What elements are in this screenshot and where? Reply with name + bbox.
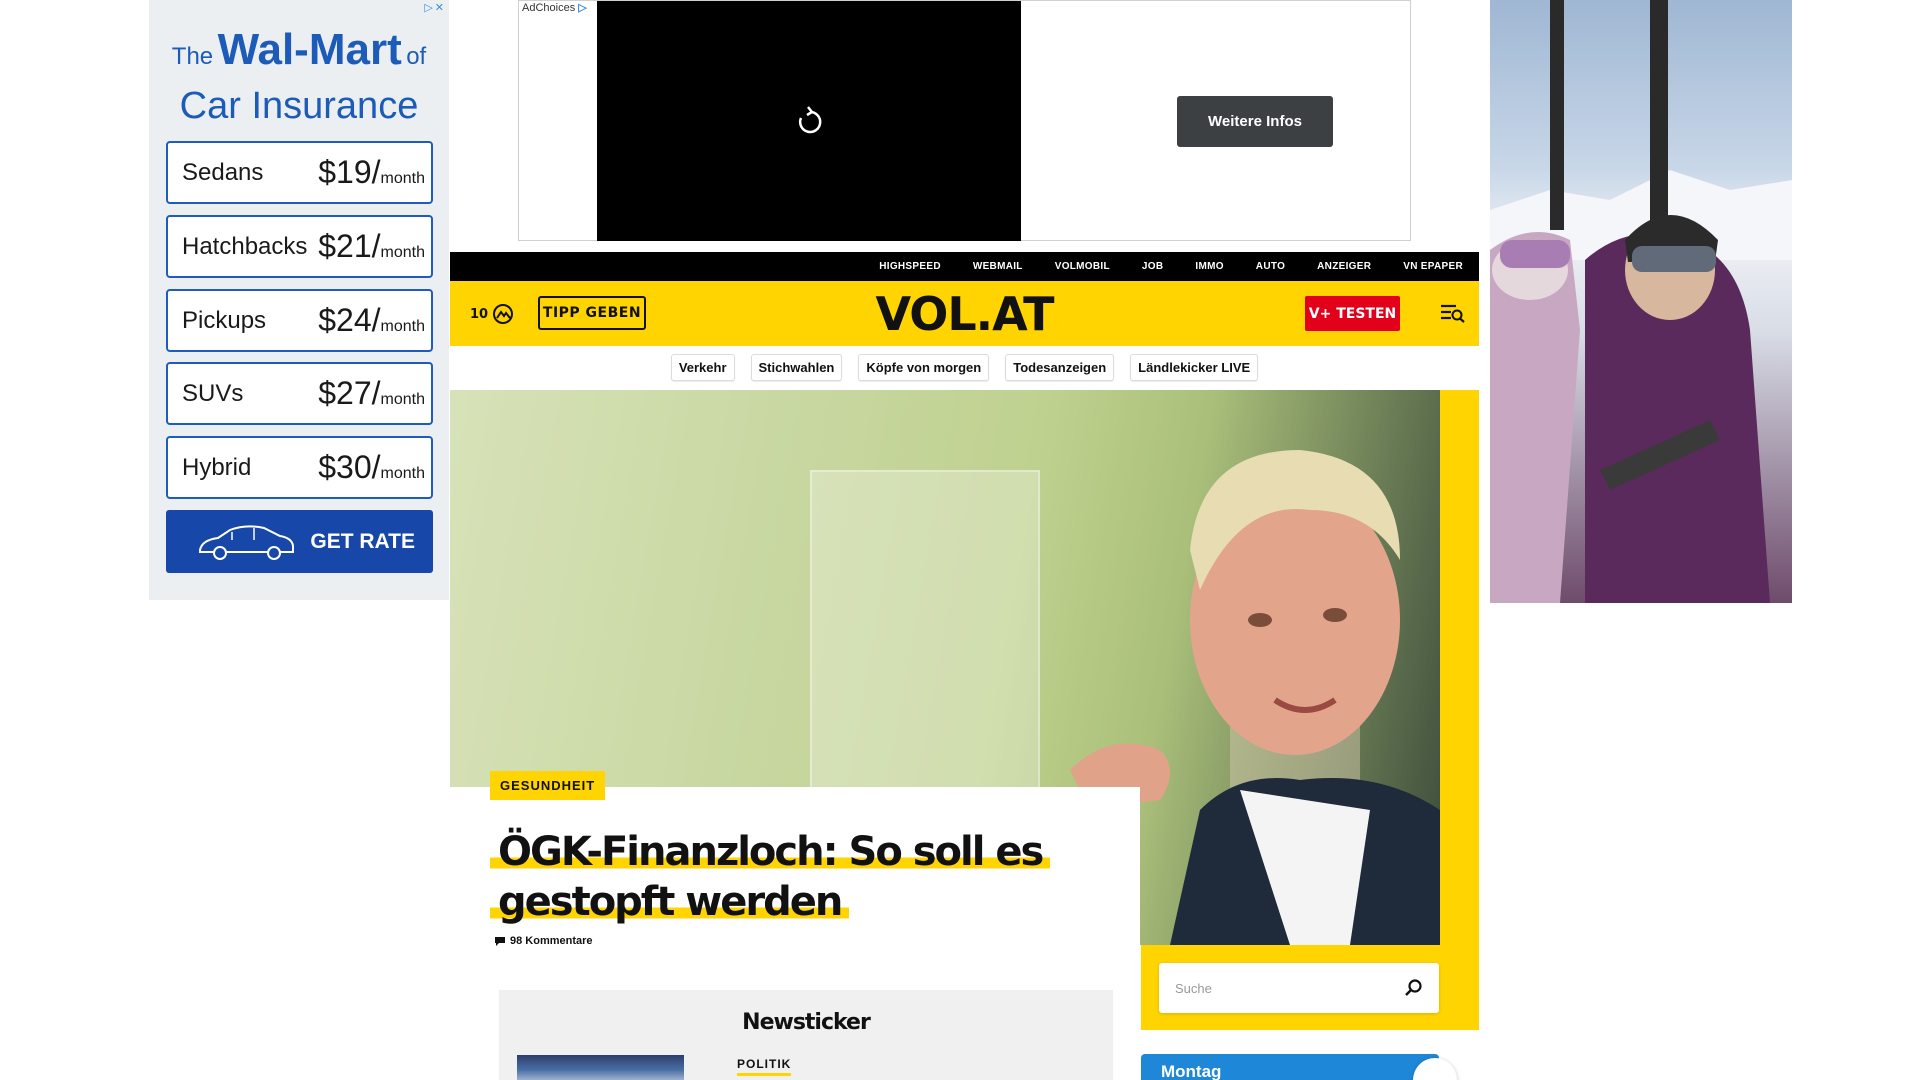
ticker-thumbnail[interactable] [517,1055,684,1080]
car-insurance-ad[interactable]: ▷✕ The Wal-Mart of Car Insurance Sedans … [149,0,449,600]
rate-price: $24/month [318,302,425,338]
rate-option-hatchbacks[interactable]: Hatchbacks $21/month [166,215,433,278]
comment-count-label: 98 Kommentare [510,935,593,947]
topic-chips: Verkehr Stichwahlen Köpfe von morgen Tod… [450,354,1479,381]
rate-option-hybrid[interactable]: Hybrid $30/month [166,436,433,499]
search-input[interactable] [1175,977,1395,999]
rate-price: $19/month [318,154,425,190]
ad-headline-of: of [406,43,427,70]
rate-car-label: Hybrid [182,453,252,481]
ad-headline-line2: Car Insurance [179,85,419,127]
nav-highspeed[interactable]: HIGHSPEED [879,261,941,272]
ad-headline-brand: Wal-Mart [217,25,402,74]
tipp-geben-button[interactable]: TIPP GEBEN [538,296,646,330]
rate-price: $30/month [318,449,425,485]
weather-widget[interactable]: 10 [470,303,514,325]
nav-auto[interactable]: AUTO [1256,261,1285,272]
page: ▷✕ The Wal-Mart of Car Insurance Sedans … [0,0,1920,1080]
rate-option-sedans[interactable]: Sedans $19/month [166,141,433,204]
replay-icon[interactable] [793,104,827,138]
search-field[interactable] [1159,963,1439,1013]
ski-photo-ad[interactable] [1490,0,1792,603]
temperature: 10 [470,306,489,322]
weather-icon [493,304,514,324]
nav-volmobil[interactable]: VOLMOBIL [1055,261,1110,272]
rate-option-suvs[interactable]: SUVs $27/month [166,362,433,425]
carousel-next-button[interactable] [1413,1058,1457,1080]
ticker-category[interactable]: POLITIK [737,1057,792,1076]
adchoices-label: AdChoices [522,2,576,14]
nav-job[interactable]: JOB [1142,261,1163,272]
service-nav: HIGHSPEED WEBMAIL VOLMOBIL JOB IMMO AUTO… [450,252,1479,281]
search-icon[interactable] [1403,978,1423,998]
rate-option-pickups[interactable]: Pickups $24/month [166,289,433,352]
rate-price: $27/month [318,375,425,411]
newsticker: Newsticker POLITIK [499,990,1113,1080]
comment-icon [495,936,505,946]
lead-article[interactable]: GESUNDHEIT ÖGK-Finanzloch: So soll es ge… [450,771,1140,967]
nav-anzeiger[interactable]: ANZEIGER [1317,261,1371,272]
rate-price: $21/month [318,228,425,264]
chip-laendlekicker-live[interactable]: Ländlekicker LIVE [1130,354,1259,381]
newsticker-title: Newsticker [742,1010,871,1035]
ad-headline: The Wal-Mart of Car Insurance [149,26,449,130]
weekday-card[interactable]: Montag [1141,1054,1457,1080]
comment-count[interactable]: 98 Kommentare [494,935,593,947]
rate-car-label: Sedans [182,158,264,186]
rate-car-label: Pickups [182,306,267,334]
sidebar-accent [1440,390,1479,945]
menu-search-icon[interactable] [1440,301,1466,325]
get-rate-button[interactable]: GET RATE [166,510,433,573]
nav-webmail[interactable]: WEBMAIL [973,261,1023,272]
weekday-label: Montag [1161,1062,1222,1080]
article-category[interactable]: GESUNDHEIT [490,771,606,800]
video-player[interactable] [597,1,1021,241]
chip-koepfe-von-morgen[interactable]: Köpfe von morgen [858,354,990,381]
site-header: 10 TIPP GEBEN VOL.AT V+ TESTEN [450,281,1479,346]
more-info-button[interactable]: Weitere Infos [1177,96,1333,147]
rate-car-label: SUVs [182,379,244,407]
article-title[interactable]: ÖGK-Finanzloch: So soll es gestopft werd… [490,827,1051,927]
chip-verkehr[interactable]: Verkehr [670,354,735,381]
ad-options-icon[interactable]: ▷✕ [424,1,446,14]
adchoices-icon: ▷ [578,2,587,14]
get-rate-label: GET RATE [310,529,415,553]
ski-lift-image [1490,0,1792,603]
vplus-trial-button[interactable]: V+ TESTEN [1305,296,1400,331]
rate-car-label: Hatchbacks [182,232,308,260]
adchoices-badge[interactable]: AdChoices ▷ [522,1,587,14]
nav-vn-epaper[interactable]: VN EPAPER [1403,261,1463,272]
chip-stichwahlen[interactable]: Stichwahlen [750,354,843,381]
chip-todesanzeigen[interactable]: Todesanzeigen [1005,354,1115,381]
nav-immo[interactable]: IMMO [1195,261,1223,272]
video-ad[interactable]: AdChoices ▷ Weitere Infos [518,0,1411,241]
car-icon [199,525,294,560]
search-panel [1141,945,1479,1030]
ad-headline-the: The [171,43,214,70]
